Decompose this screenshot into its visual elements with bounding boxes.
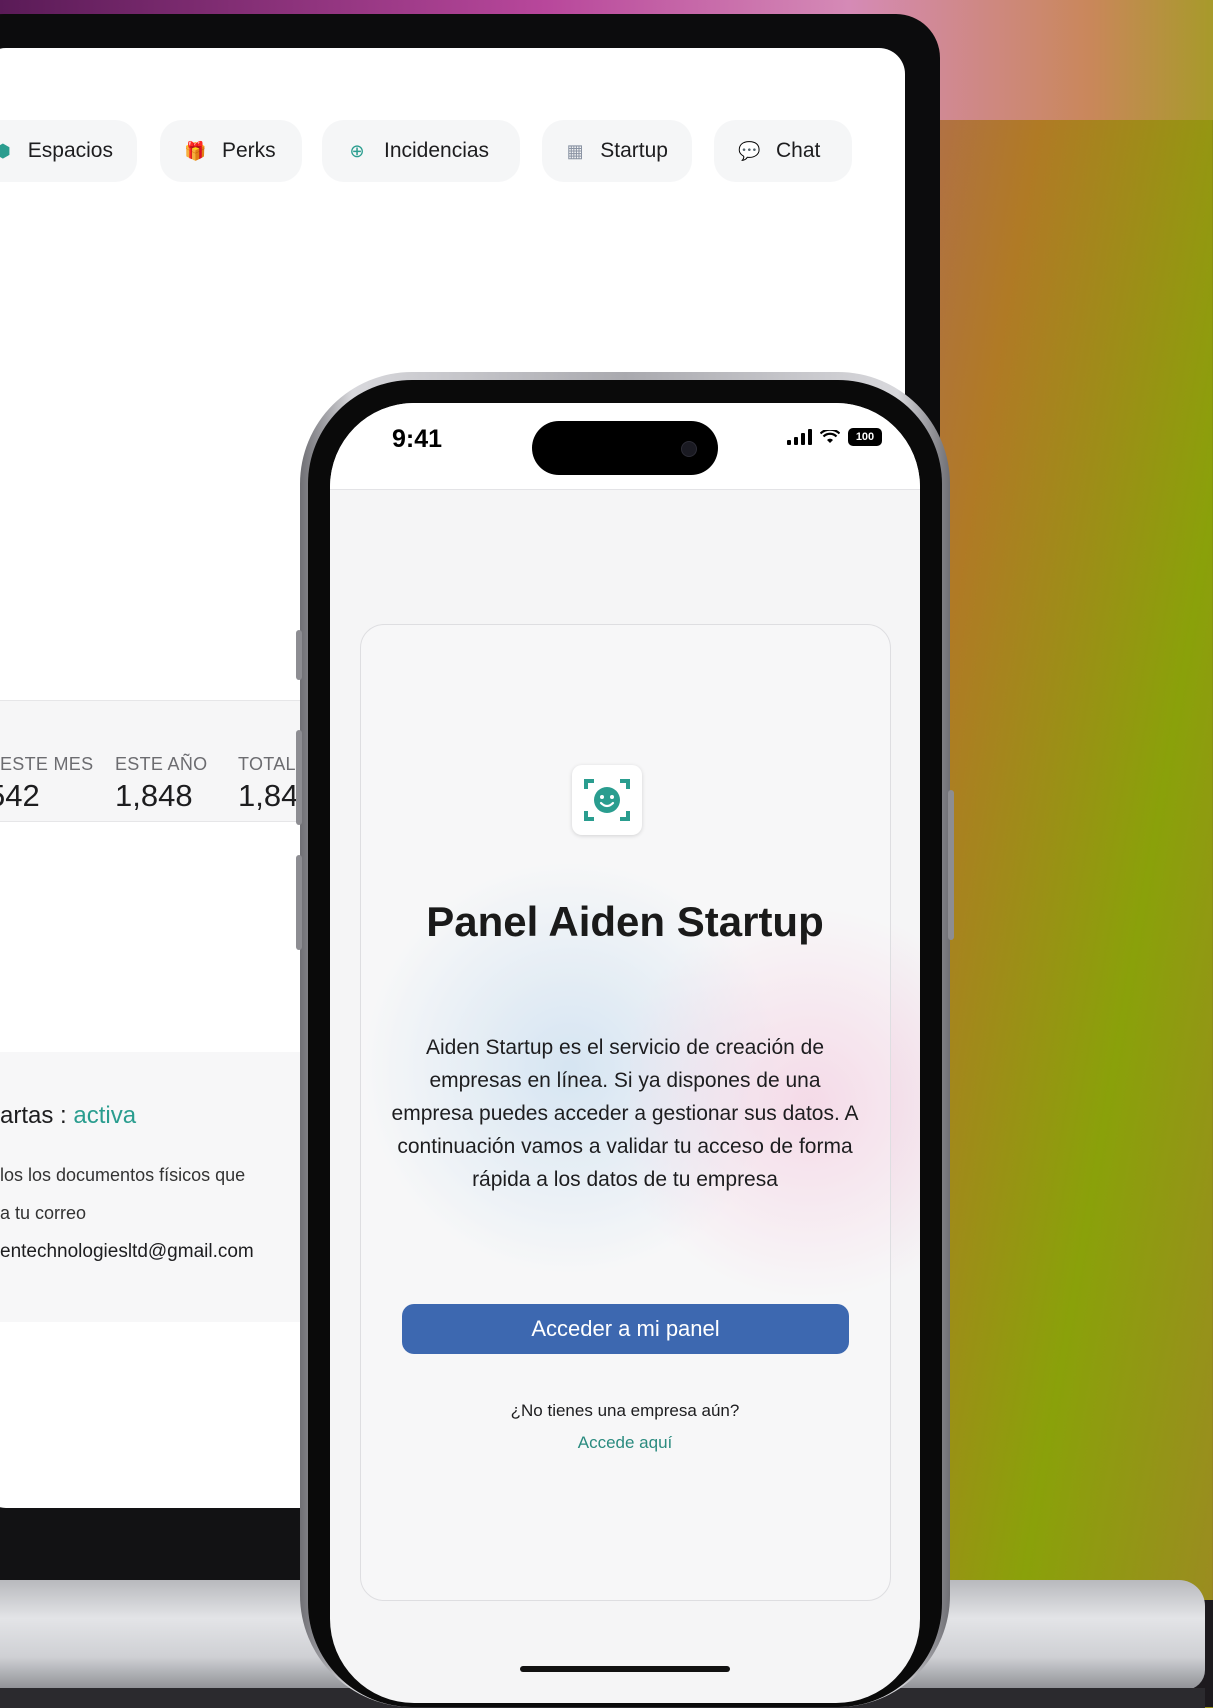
battery-icon: 100	[848, 428, 882, 446]
nav-perks[interactable]: 🎁 Perks	[160, 120, 302, 182]
cube-icon: ⬢	[0, 140, 11, 161]
nav-incidencias[interactable]: ⊕ Incidencias	[322, 120, 520, 182]
stat-label-month: ESTE MES	[0, 754, 94, 774]
gift-icon: 🎁	[184, 140, 207, 161]
mail-status-active: activa	[73, 1102, 137, 1129]
mail-section	[0, 1052, 300, 1322]
stat-label-total: TOTAL	[238, 754, 296, 774]
phone-volume-up	[296, 730, 302, 825]
page-description: Aiden Startup es el servicio de creación…	[391, 1036, 859, 1191]
mail-line-email-intro: a tu correo	[0, 1203, 87, 1223]
chat-bubbles-icon: 💬	[738, 140, 761, 161]
page-title: Panel Aiden Startup	[426, 898, 824, 945]
home-indicator[interactable]	[520, 1666, 730, 1672]
stat-value-total: 1,84	[238, 778, 299, 813]
access-panel-button[interactable]: Acceder a mi panel	[402, 1304, 849, 1354]
plus-circle-icon: ⊕	[349, 140, 365, 161]
status-bar: 9:41 100	[330, 403, 920, 490]
mail-line-documents: los los documentos físicos que	[0, 1165, 246, 1185]
building-icon: ▦	[566, 140, 584, 161]
access-here-link[interactable]: Accede aquí	[330, 1433, 920, 1453]
stat-value-month: 542	[0, 778, 40, 813]
aiden-logo	[572, 765, 642, 835]
phone-action-button	[296, 630, 302, 680]
status-time: 9:41	[392, 425, 443, 453]
no-company-text: ¿No tienes una empresa aún?	[510, 1401, 740, 1420]
stat-label-year: ESTE AÑO	[115, 754, 208, 774]
nav-startup[interactable]: ▦ Startup	[542, 120, 692, 182]
dynamic-island	[532, 421, 718, 475]
nav-chat[interactable]: 💬 Chat	[714, 120, 852, 182]
phone-volume-down	[296, 855, 302, 950]
camera-icon	[681, 441, 697, 457]
mail-status-title: artas : activa	[0, 1102, 137, 1129]
phone-power-button	[948, 790, 954, 940]
signal-icon	[787, 429, 812, 445]
phone-screen: 9:41 100 Panel Aiden Startup Aiden Start…	[330, 403, 920, 1703]
nav-espacios[interactable]: ⬢ Espacios	[0, 120, 137, 182]
mail-line-address: entechnologiesltd@gmail.com	[0, 1241, 254, 1262]
status-icons: 100	[787, 428, 882, 446]
face-scan-icon	[584, 779, 630, 821]
stat-value-year: 1,848	[115, 778, 193, 813]
wifi-icon	[820, 430, 840, 443]
